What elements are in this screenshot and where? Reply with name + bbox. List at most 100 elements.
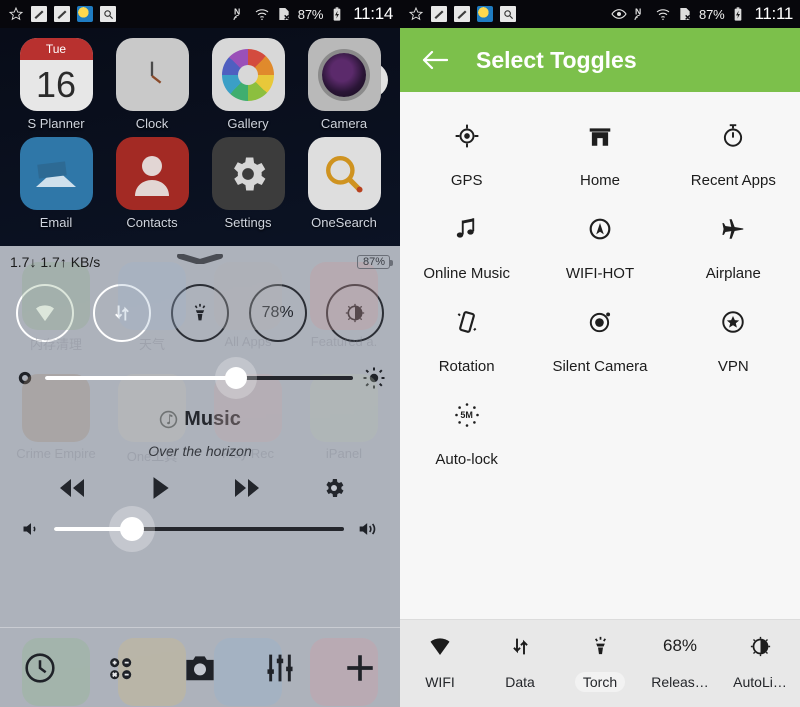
plus-icon[interactable]: [343, 651, 377, 685]
magnifier-icon: [307, 137, 381, 210]
toggle-item-online-music[interactable]: Online Music: [400, 207, 533, 300]
wifi-icon: [656, 9, 670, 21]
quick-toggle-brightness-value[interactable]: 78%: [248, 284, 307, 342]
volume-knob[interactable]: [120, 517, 145, 541]
media-controls: [0, 459, 400, 505]
bottom-item-autolight[interactable]: AutoLi…: [720, 634, 800, 692]
calendar-day-name: Tue: [19, 38, 93, 60]
clip-icon: [431, 6, 447, 22]
home-icon: [587, 122, 613, 150]
toggle-item-home[interactable]: Home: [533, 114, 666, 207]
search-note-icon: [100, 6, 116, 22]
toggles-icon[interactable]: [104, 652, 136, 684]
music-widget: Music Over the horizon: [0, 408, 400, 459]
brightness-knob[interactable]: [224, 367, 247, 389]
person-icon: [115, 137, 189, 210]
release-percent-value: 68%: [662, 636, 698, 655]
star-outline-icon: [8, 6, 24, 21]
app-label: Settings: [224, 215, 272, 230]
equalizer-icon[interactable]: [264, 653, 296, 683]
toggle-row: Online Music WIFI-HOT Airplane: [400, 207, 800, 300]
battery-charging-icon: [333, 7, 341, 21]
app-label: Gallery: [227, 116, 269, 131]
app-onesearch[interactable]: OneSearch: [302, 137, 386, 230]
toggle-label: Auto-lock: [435, 451, 498, 468]
toggle-item-auto-lock[interactable]: 5M Auto-lock: [400, 393, 533, 486]
volume-slider[interactable]: [0, 505, 400, 541]
eye-icon: [611, 9, 627, 19]
battery-percent: 87%: [297, 6, 324, 22]
toggle-item-silent-camera[interactable]: Silent Camera: [533, 300, 666, 393]
back-arrow-icon[interactable]: [422, 49, 448, 71]
toggle-item-gps[interactable]: GPS: [400, 114, 533, 207]
volume-track[interactable]: [54, 517, 344, 541]
app-contacts[interactable]: Contacts: [110, 137, 194, 230]
status-left-icons: [408, 6, 516, 22]
home-row-1: Tue 16 S Planner Clock Gallery Camera: [14, 38, 386, 131]
quick-toggle-wifi[interactable]: [15, 284, 74, 342]
toggle-item-vpn[interactable]: VPN: [667, 300, 800, 393]
wifi-icon: [255, 9, 269, 21]
brightness-track[interactable]: [45, 367, 353, 389]
brightness-slider[interactable]: [0, 346, 400, 396]
toggle-label: Home: [579, 172, 620, 189]
toggle-item-wifi-hot[interactable]: WIFI-HOT: [533, 207, 666, 300]
previous-icon[interactable]: [54, 476, 90, 500]
toggle-row: 5M Auto-lock: [400, 393, 800, 486]
app-gallery[interactable]: Gallery: [206, 38, 290, 131]
quick-toggle-row: 78%: [0, 272, 400, 346]
network-speed: 1.7↓ 1.7↑ KB/s: [10, 254, 101, 270]
vpn-star-icon: [720, 308, 746, 336]
left-phone-screen: N 87% 11:14 Tue 16 S Planner Clock Galle…: [0, 0, 400, 707]
camera-icon[interactable]: [183, 653, 217, 683]
camera-lens-icon: [307, 38, 381, 111]
hotspot-icon: [587, 215, 613, 243]
toggle-item-airplane[interactable]: Airplane: [667, 207, 800, 300]
app-camera[interactable]: Camera: [302, 38, 386, 131]
bottom-item-data[interactable]: Data: [480, 634, 560, 692]
quick-toggle-auto-brightness[interactable]: [326, 284, 385, 342]
toggle-grid: GPS Home Recent Apps Online Music WIFI-H…: [400, 92, 800, 486]
app-clock[interactable]: Clock: [110, 38, 194, 131]
torch-icon: [194, 303, 206, 321]
gear-icon[interactable]: [322, 476, 346, 500]
toggle-item-recent-apps[interactable]: Recent Apps: [667, 114, 800, 207]
app-s-planner[interactable]: Tue 16 S Planner: [14, 38, 98, 131]
volume-up-icon: [359, 523, 376, 535]
bottom-item-torch[interactable]: Torch: [560, 634, 640, 692]
quick-toggle-torch[interactable]: [170, 284, 229, 342]
music-title: Music: [184, 408, 241, 430]
contrast-icon: [346, 303, 365, 323]
toggle-label: Airplane: [705, 265, 761, 282]
clock-icon[interactable]: [23, 651, 57, 685]
data-arrows-icon: [510, 634, 531, 658]
music-circle-icon: [159, 410, 178, 429]
toggle-label: Rotation: [438, 358, 495, 375]
search-note-icon: [500, 6, 516, 22]
bottom-item-release[interactable]: 68% Releas…: [640, 634, 720, 692]
status-left-icons: [8, 6, 116, 22]
divider: [400, 619, 800, 620]
bottom-toggle-bar: WIFI Data Torch 68% Releas… AutoLi…: [400, 619, 800, 707]
n-signal-icon: N: [233, 7, 240, 21]
data-arrows-icon: [115, 305, 130, 321]
drag-handle[interactable]: [177, 254, 223, 264]
home-app-grid: Tue 16 S Planner Clock Gallery Camera Em…: [0, 28, 400, 230]
brightness-value: 78%: [261, 304, 294, 321]
select-toggles-screen: Select Toggles GPS Home Recent Apps Onli…: [400, 28, 800, 707]
toggle-item-rotation[interactable]: Rotation: [400, 300, 533, 393]
toggle-label: VPN: [717, 358, 749, 375]
quick-panel-topbar: 1.7↓ 1.7↑ KB/s 87%: [0, 246, 400, 272]
app-settings[interactable]: Settings: [206, 137, 290, 230]
bottom-label: WIFI: [425, 674, 455, 690]
gear-icon: [211, 137, 285, 210]
app-label: Camera: [320, 116, 368, 131]
app-email[interactable]: Email: [14, 137, 98, 230]
next-icon[interactable]: [229, 476, 265, 500]
wifi-icon: [35, 305, 54, 322]
quick-toggle-data[interactable]: [93, 284, 152, 342]
bottom-item-wifi[interactable]: WIFI: [400, 634, 480, 692]
globe-icon: [77, 6, 93, 22]
play-icon[interactable]: [147, 475, 173, 501]
right-phone-screen: N 87% 11:11 Select Toggles GPS Home Rece…: [400, 0, 800, 707]
